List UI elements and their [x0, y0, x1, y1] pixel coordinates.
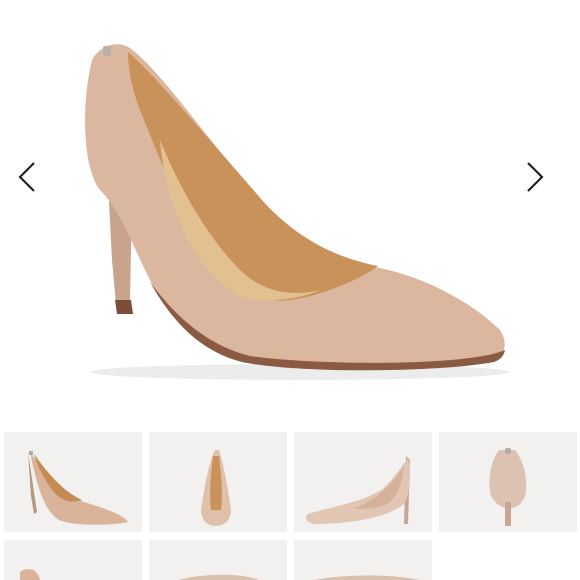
shoe-thumbnail-image — [314, 575, 420, 580]
thumbnail-front[interactable] — [149, 432, 287, 532]
thumbnail-back[interactable] — [439, 432, 577, 532]
thumbnail-partial-3[interactable] — [294, 540, 432, 580]
shoe-thumbnail-image — [179, 574, 259, 580]
shoe-thumbnail-image — [306, 456, 411, 524]
thumbnail-side-angle[interactable] — [4, 432, 142, 532]
next-image-button[interactable] — [524, 160, 564, 204]
chevron-left-icon — [18, 162, 35, 192]
shoe-thumbnail-image — [28, 451, 128, 525]
chevron-right-icon — [527, 162, 544, 192]
shoe-thumbnail-image — [201, 450, 231, 526]
shoe-thumbnail-image — [489, 448, 527, 526]
thumbnail-side[interactable] — [294, 432, 432, 532]
heel-tip — [115, 300, 133, 314]
main-product-image — [0, 0, 580, 420]
thumbnail-partial-2[interactable] — [149, 540, 287, 580]
shoe-thumbnail-image — [20, 569, 40, 580]
previous-image-button[interactable] — [16, 160, 56, 204]
thumbnail-partial-1[interactable] — [4, 540, 142, 580]
shoe-illustration — [85, 44, 510, 380]
logo-plate — [103, 46, 111, 56]
